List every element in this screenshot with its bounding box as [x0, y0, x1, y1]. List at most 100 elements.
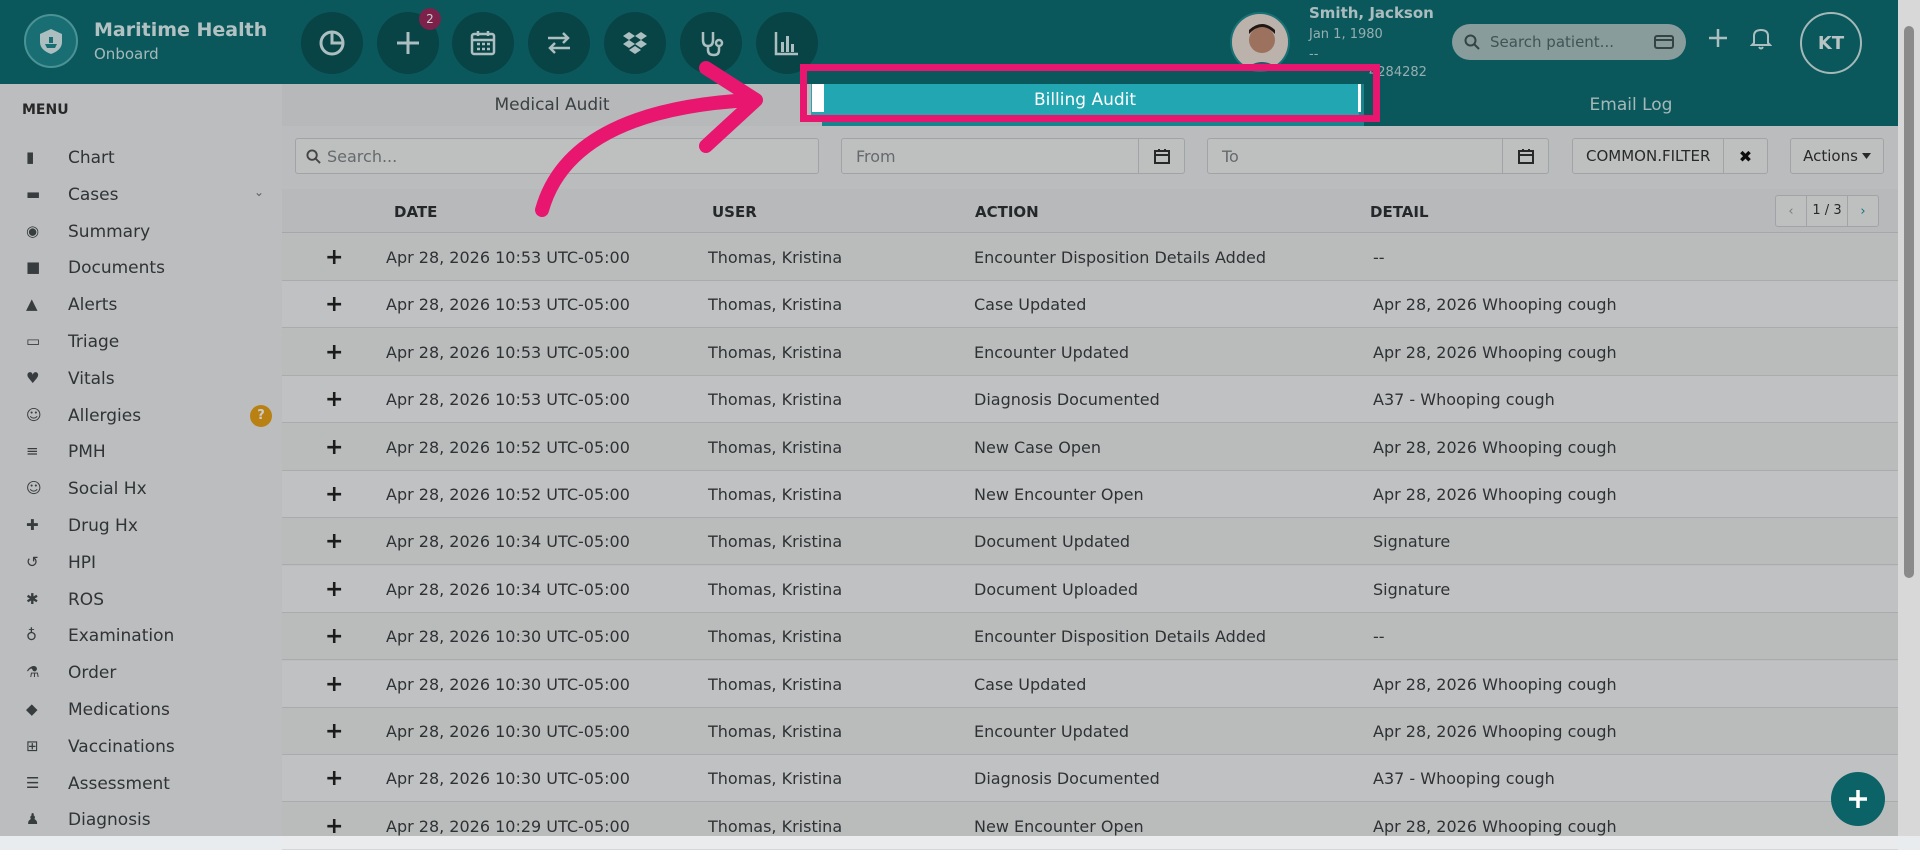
- expand-row-icon[interactable]: +: [325, 482, 343, 507]
- patient-photo[interactable]: [1230, 12, 1290, 72]
- notification-count-badge: 2: [419, 8, 441, 30]
- sidebar-item-label: Summary: [68, 221, 151, 242]
- cell-user: Thomas, Kristina: [708, 390, 843, 410]
- sidebar-item-social-hx[interactable]: ☺ Social Hx: [0, 471, 282, 507]
- expand-row-icon[interactable]: +: [325, 292, 343, 317]
- plus-icon: [1849, 790, 1867, 808]
- expand-row-icon[interactable]: +: [325, 814, 343, 839]
- expand-row-icon[interactable]: +: [325, 435, 343, 460]
- filter-button[interactable]: COMMON.FILTER: [1573, 147, 1710, 165]
- gear-icon: ✱: [26, 589, 39, 608]
- sidebar-item-ros[interactable]: ✱ ROS: [0, 582, 282, 618]
- column-header-date[interactable]: DATE: [394, 203, 437, 221]
- expand-row-icon[interactable]: +: [325, 340, 343, 365]
- table-row[interactable]: + Apr 28, 2026 10:30 UTC-05:00 Thomas, Kri…: [282, 613, 1898, 661]
- expand-row-icon[interactable]: +: [325, 529, 343, 554]
- pie-chart-button[interactable]: [301, 12, 363, 74]
- patient-search-placeholder: Search patient...: [1490, 33, 1614, 51]
- sidebar-item-label: PMH: [68, 442, 106, 463]
- to-calendar-button[interactable]: [1502, 139, 1548, 173]
- menu-title: MENU: [22, 102, 69, 118]
- cell-detail: Signature: [1373, 532, 1451, 552]
- search-placeholder: Search...: [327, 146, 398, 166]
- expand-row-icon[interactable]: +: [325, 245, 343, 270]
- expand-row-icon[interactable]: +: [325, 719, 343, 744]
- table-row[interactable]: + Apr 28, 2026 10:53 UTC-05:00 Thomas, Kri…: [282, 376, 1898, 424]
- calendar-button[interactable]: [452, 12, 514, 74]
- patient-search-box[interactable]: Search patient...: [1452, 24, 1686, 60]
- sidebar-item-chart[interactable]: ▮ Chart: [0, 140, 282, 176]
- sidebar-item-allergies[interactable]: ☺ Allergies?: [0, 398, 282, 434]
- sidebar-item-alerts[interactable]: ▲ Alerts: [0, 287, 282, 323]
- table-row[interactable]: + Apr 28, 2026 10:34 UTC-05:00 Thomas, Kri…: [282, 518, 1898, 566]
- allergies-alert-badge[interactable]: ?: [250, 404, 272, 427]
- sidebar-item-label: Vaccinations: [68, 736, 175, 757]
- brand-subtitle: Onboard: [94, 45, 159, 63]
- actions-dropdown[interactable]: Actions: [1790, 138, 1884, 174]
- sidebar-item-assessment[interactable]: ☰ Assessment: [0, 766, 282, 802]
- cell-detail: A37 - Whooping cough: [1373, 769, 1555, 789]
- expand-row-icon[interactable]: +: [325, 577, 343, 602]
- add-patient-icon[interactable]: [1706, 26, 1730, 54]
- dropbox-icon: [623, 32, 647, 54]
- table-row[interactable]: + Apr 28, 2026 10:34 UTC-05:00 Thomas, Kri…: [282, 565, 1898, 613]
- sidebar-item-summary[interactable]: ◉ Summary: [0, 214, 282, 250]
- table-row[interactable]: + Apr 28, 2026 10:53 UTC-05:00 Thomas, Kri…: [282, 234, 1898, 281]
- card-icon[interactable]: [1654, 34, 1674, 50]
- calendar-icon: [470, 31, 496, 56]
- expand-row-icon[interactable]: +: [325, 387, 343, 412]
- sidebar-item-vitals[interactable]: ♥ Vitals: [0, 361, 282, 397]
- sidebar-item-vaccinations[interactable]: ⊞ Vaccinations: [0, 729, 282, 765]
- to-date-input[interactable]: To: [1207, 138, 1549, 174]
- table-row[interactable]: + Apr 28, 2026 10:29 UTC-05:00 Thomas, Kri…: [282, 802, 1898, 850]
- sidebar-item-cases[interactable]: ▬ Cases ⌄: [0, 177, 282, 213]
- expand-row-icon[interactable]: +: [325, 672, 343, 697]
- sidebar-item-examination[interactable]: ♁ Examination: [0, 618, 282, 654]
- brand[interactable]: Maritime Health Onboard: [24, 14, 267, 68]
- sidebar-item-hpi[interactable]: ↺ HPI: [0, 545, 282, 581]
- from-date-input[interactable]: From: [841, 138, 1185, 174]
- table-row[interactable]: + Apr 28, 2026 10:52 UTC-05:00 Thomas, Kri…: [282, 423, 1898, 471]
- clear-filter-icon[interactable]: ✖: [1723, 139, 1767, 173]
- heart-icon: ♥: [26, 368, 40, 387]
- expand-row-icon[interactable]: +: [325, 624, 343, 649]
- from-placeholder: From: [856, 146, 896, 166]
- cell-date: Apr 28, 2026 10:52 UTC-05:00: [386, 485, 630, 504]
- cell-detail: Apr 28, 2026 Whooping cough: [1373, 674, 1617, 694]
- bell-icon[interactable]: [1749, 26, 1773, 54]
- chevron-down-icon[interactable]: ⌄: [254, 185, 264, 199]
- next-page-icon[interactable]: ›: [1848, 204, 1878, 219]
- cell-detail: Signature: [1373, 579, 1451, 599]
- table-row[interactable]: + Apr 28, 2026 10:30 UTC-05:00 Thomas, Kri…: [282, 660, 1898, 708]
- smile-icon: ☺: [26, 479, 42, 498]
- sidebar-item-drug-hx[interactable]: ✚ Drug Hx: [0, 508, 282, 544]
- from-calendar-button[interactable]: [1138, 139, 1184, 173]
- table-row[interactable]: + Apr 28, 2026 10:53 UTC-05:00 Thomas, Kri…: [282, 328, 1898, 376]
- sidebar-item-medications[interactable]: ◆ Medications: [0, 692, 282, 728]
- sidebar-item-label: Examination: [68, 626, 175, 647]
- sidebar-item-label: Medications: [68, 700, 170, 720]
- column-header-action[interactable]: ACTION: [975, 203, 1039, 221]
- patient-info[interactable]: Smith, Jackson Jan 1, 1980 -- 4284282: [1309, 4, 1434, 80]
- user-avatar[interactable]: KT: [1800, 12, 1862, 74]
- page-scrollbar[interactable]: [1898, 0, 1920, 836]
- sidebar-item-documents[interactable]: ■ Documents: [0, 250, 282, 286]
- cell-date: Apr 28, 2026 10:53 UTC-05:00: [386, 390, 630, 410]
- floating-add-button[interactable]: [1831, 772, 1885, 826]
- expand-row-icon[interactable]: +: [325, 766, 343, 791]
- table-row[interactable]: + Apr 28, 2026 10:53 UTC-05:00 Thomas, Kri…: [282, 281, 1898, 329]
- column-header-detail[interactable]: DETAIL: [1370, 203, 1429, 221]
- medkit-icon: ✚: [26, 516, 39, 534]
- cell-date: Apr 28, 2026 10:53 UTC-05:00: [386, 342, 630, 362]
- table-row[interactable]: + Apr 28, 2026 10:52 UTC-05:00 Thomas, Kri…: [282, 471, 1898, 518]
- sidebar-item-triage[interactable]: ▭ Triage: [0, 324, 282, 360]
- sidebar-item-diagnosis[interactable]: ♟ Diagnosis: [0, 802, 282, 838]
- table-row[interactable]: + Apr 28, 2026 10:30 UTC-05:00 Thomas, Kri…: [282, 755, 1898, 803]
- prev-page-icon[interactable]: ‹: [1776, 204, 1806, 219]
- scrollbar-thumb[interactable]: [1904, 26, 1914, 578]
- table-row[interactable]: + Apr 28, 2026 10:30 UTC-05:00 Thomas, Kri…: [282, 708, 1898, 755]
- tab-email-log[interactable]: Email Log: [1364, 84, 1898, 126]
- sidebar-item-pmh[interactable]: ≡ PMH: [0, 434, 282, 470]
- sidebar-item-order[interactable]: ⚗ Order: [0, 655, 282, 691]
- add-button[interactable]: 2: [377, 8, 441, 74]
